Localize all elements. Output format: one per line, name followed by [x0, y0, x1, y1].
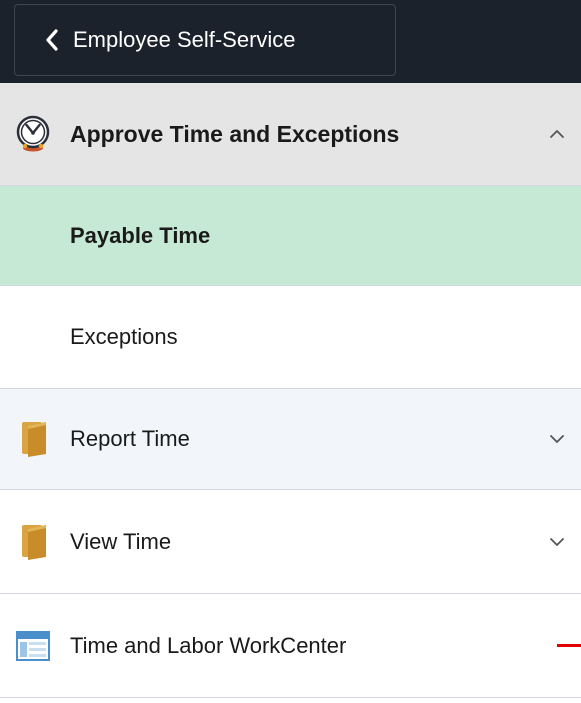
chevron-up-icon[interactable] [547, 127, 567, 141]
menu-item-time-and-labor-workcenter[interactable]: Time and Labor WorkCenter [0, 594, 581, 698]
chevron-down-icon[interactable] [547, 535, 567, 549]
clock-approve-icon [14, 115, 52, 153]
menu-item-report-time[interactable]: Report Time [0, 389, 581, 490]
menu-item-exceptions[interactable]: Exceptions [0, 286, 581, 389]
back-to-employee-self-service-button[interactable]: Employee Self-Service [14, 4, 396, 76]
folder-icon [20, 523, 50, 561]
workcenter-icon [16, 630, 50, 661]
back-button-label: Employee Self-Service [73, 27, 296, 52]
menu-item-label: Exceptions [70, 324, 178, 349]
menu-item-label: Payable Time [70, 222, 211, 248]
menu-item-view-time[interactable]: View Time [0, 490, 581, 594]
menu-item-label: Time and Labor WorkCenter [70, 632, 347, 658]
chevron-left-icon [41, 28, 63, 52]
annotation-red-arrow-mark [557, 644, 581, 647]
menu-item-label: Report Time [70, 426, 190, 451]
chevron-down-icon[interactable] [547, 432, 567, 446]
navigation-menu: Approve Time and Exceptions Payable Time… [0, 83, 581, 698]
folder-icon [20, 420, 50, 458]
menu-item-label: View Time [70, 528, 172, 554]
top-navigation-bar: Employee Self-Service [0, 0, 581, 83]
menu-group-approve-time-and-exceptions[interactable]: Approve Time and Exceptions [0, 83, 581, 186]
menu-group-label: Approve Time and Exceptions [70, 120, 400, 147]
menu-item-payable-time[interactable]: Payable Time [0, 186, 581, 286]
